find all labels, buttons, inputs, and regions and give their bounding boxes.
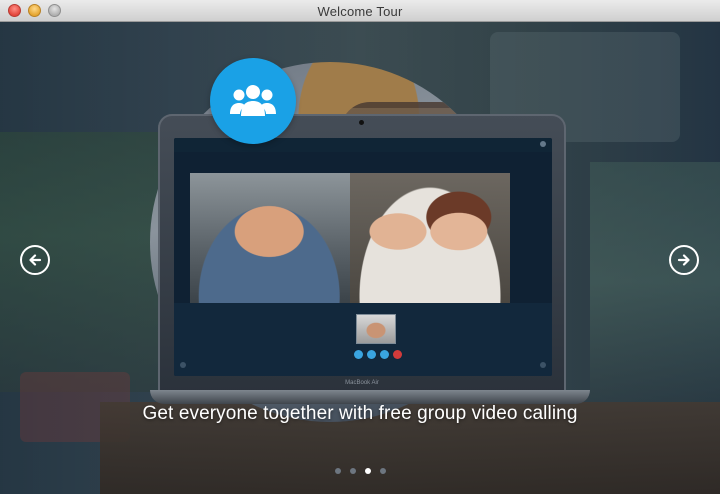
group-badge xyxy=(210,58,296,144)
laptop-illustration: MacBook Air xyxy=(158,114,566,394)
pagination-dot-2[interactable] xyxy=(349,468,356,474)
background-shelf-right xyxy=(590,162,720,402)
self-video-preview xyxy=(356,314,396,344)
tour-slide: MacBook Air Get everyone together with f… xyxy=(0,22,720,494)
pagination-dot-4[interactable] xyxy=(379,468,386,474)
call-control-mic-icon xyxy=(367,350,376,359)
pagination-dots xyxy=(0,468,720,474)
screen-corner-icon xyxy=(540,362,546,368)
screen-corner-icon xyxy=(180,362,186,368)
screen-bar-button xyxy=(540,141,546,147)
previous-slide-button[interactable] xyxy=(20,245,50,275)
title-bar: Welcome Tour xyxy=(0,0,720,22)
pagination-dot-3[interactable] xyxy=(364,468,371,474)
call-control-chat-icon xyxy=(380,350,389,359)
next-slide-button[interactable] xyxy=(669,245,699,275)
laptop-camera xyxy=(359,120,364,125)
video-participant-left xyxy=(190,173,366,303)
call-control-hangup-icon xyxy=(393,350,402,359)
laptop-base xyxy=(150,390,590,404)
group-users-icon xyxy=(230,85,276,116)
pagination-dot-1[interactable] xyxy=(334,468,341,474)
video-participant-right xyxy=(350,173,510,303)
screen-call-bar xyxy=(174,138,552,152)
window-title: Welcome Tour xyxy=(317,4,403,19)
call-control-video-icon xyxy=(354,350,363,359)
welcome-tour-window: Welcome Tour MacBook Air Get everyone to… xyxy=(0,0,720,494)
slide-caption: Get everyone together with free group vi… xyxy=(142,403,578,424)
arrow-right-icon xyxy=(677,254,690,266)
laptop-brand-label: MacBook Air xyxy=(345,380,379,386)
laptop-screen xyxy=(174,138,552,376)
arrow-left-icon xyxy=(29,254,42,266)
